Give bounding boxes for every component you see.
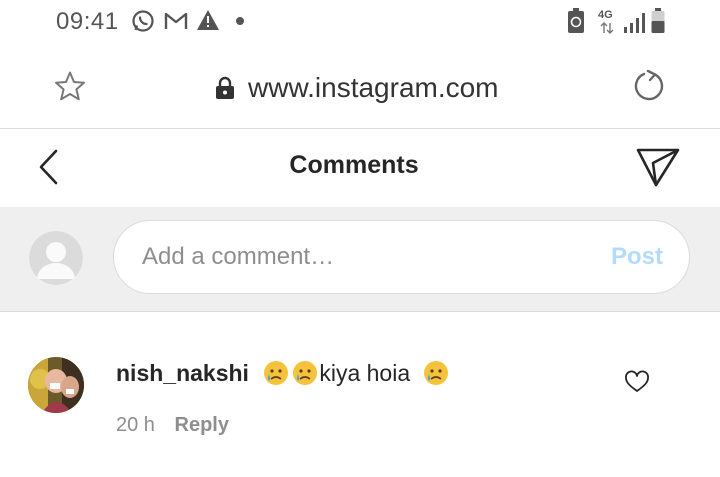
crying-face-emoji-pair	[263, 360, 319, 392]
comment-line: nish_nakshi kiya hoia	[116, 360, 450, 392]
recycle-icon	[568, 8, 584, 33]
crying-face-emoji	[423, 360, 450, 392]
heart-icon[interactable]	[624, 370, 650, 394]
star-icon[interactable]	[54, 70, 86, 102]
comment-box: Post	[113, 220, 690, 294]
lock-icon	[216, 76, 234, 99]
crying-face-icon	[264, 361, 318, 385]
comment-item: nish_nakshi kiya hoia 20 h Reply	[0, 340, 720, 450]
comment-username[interactable]: nish_nakshi	[116, 360, 249, 386]
crying-face-icon	[423, 361, 448, 385]
whatsapp-icon	[132, 10, 154, 32]
url-text[interactable]: www.instagram.com	[248, 72, 499, 104]
gmail-icon	[164, 12, 188, 29]
network-type-label: 4G	[598, 9, 613, 21]
data-arrows-icon	[600, 22, 614, 34]
commenter-avatar[interactable]	[28, 357, 84, 413]
send-icon[interactable]	[636, 147, 680, 187]
battery-icon	[651, 8, 665, 33]
signal-icon	[624, 13, 645, 33]
status-time: 09:41	[56, 8, 119, 35]
comment-input[interactable]	[142, 241, 582, 273]
comment-meta: 20 h Reply	[116, 414, 229, 437]
browser-address-bar: www.instagram.com	[0, 52, 720, 128]
comments-header: Comments	[0, 129, 720, 206]
status-bar: 09:41 4G	[0, 0, 720, 44]
avatar-photo	[28, 357, 84, 413]
comment-text: kiya hoia	[319, 360, 411, 386]
notification-dot-icon	[236, 17, 244, 25]
post-button[interactable]: Post	[611, 243, 663, 271]
compose-divider	[0, 311, 720, 312]
reload-icon[interactable]	[633, 69, 667, 103]
reply-button[interactable]: Reply	[175, 414, 229, 436]
user-avatar	[29, 231, 83, 285]
comment-compose-area: Post	[0, 207, 720, 311]
default-avatar-icon	[29, 231, 83, 285]
comment-timestamp: 20 h	[116, 414, 155, 436]
page-title: Comments	[289, 151, 419, 179]
warning-icon	[197, 10, 219, 30]
